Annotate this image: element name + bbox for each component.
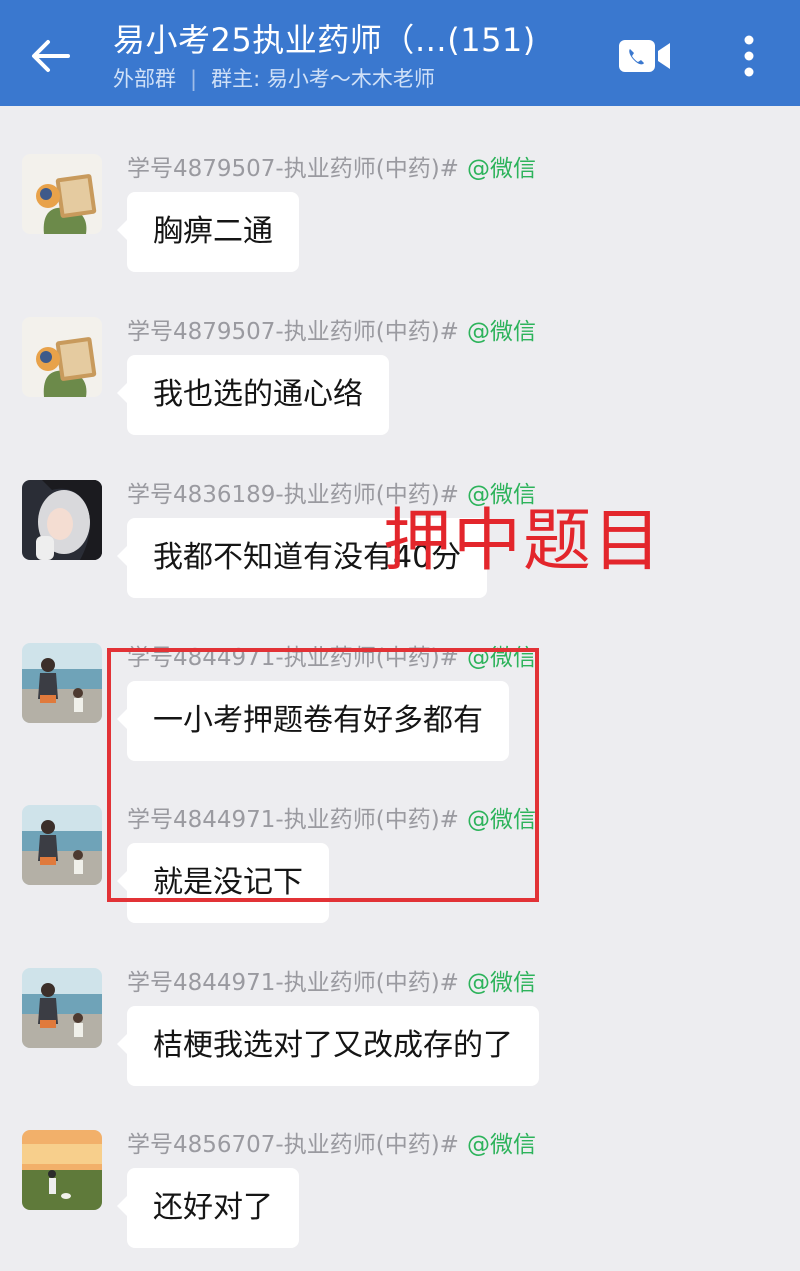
wechat-tag: @微信 — [466, 970, 536, 996]
avatar-book-reader-icon[interactable] — [22, 317, 102, 397]
sender-name: 学号4844971-执业药师(中药)# @微信 — [127, 970, 536, 996]
annotation-label: 押中题目 — [383, 502, 664, 581]
avatar-seaside-illustration-icon[interactable] — [22, 643, 102, 723]
more-options-icon[interactable] — [738, 34, 760, 78]
avatar-sunset-field-icon[interactable] — [22, 1130, 102, 1210]
avatar-book-reader-icon[interactable] — [22, 154, 102, 234]
wechat-tag: @微信 — [466, 319, 536, 345]
avatar-seaside-illustration-icon[interactable] — [22, 805, 102, 885]
wechat-tag: @微信 — [466, 156, 536, 182]
group-subtitle: 外部群 | 群主: 易小考～木木老师 — [113, 64, 435, 94]
avatar-girl-photo-icon[interactable] — [22, 480, 102, 560]
call-video-icon[interactable] — [618, 38, 672, 74]
wechat-tag: @微信 — [466, 1132, 536, 1158]
message-bubble[interactable]: 桔梗我选对了又改成存的了 — [117, 1006, 539, 1086]
chat-header: 易小考25执业药师（…(151) 外部群 | 群主: 易小考～木木老师 — [0, 0, 800, 106]
back-arrow-icon[interactable] — [28, 34, 72, 78]
group-type-label: 外部群 — [113, 67, 176, 91]
highlight-box — [107, 648, 539, 902]
subtitle-divider: | — [190, 67, 198, 91]
message-bubble[interactable]: 我也选的通心络 — [117, 355, 389, 435]
avatar-seaside-illustration-icon[interactable] — [22, 968, 102, 1048]
group-title: 易小考25执业药师（…(151) — [113, 21, 536, 59]
message-bubble[interactable]: 胸痹二通 — [117, 192, 299, 272]
message-bubble[interactable]: 还好对了 — [117, 1168, 299, 1248]
sender-name: 学号4879507-执业药师(中药)# @微信 — [127, 319, 536, 345]
sender-name: 学号4856707-执业药师(中药)# @微信 — [127, 1132, 536, 1158]
sender-name: 学号4879507-执业药师(中药)# @微信 — [127, 156, 536, 182]
group-owner-label: 群主: 易小考～木木老师 — [211, 67, 435, 91]
